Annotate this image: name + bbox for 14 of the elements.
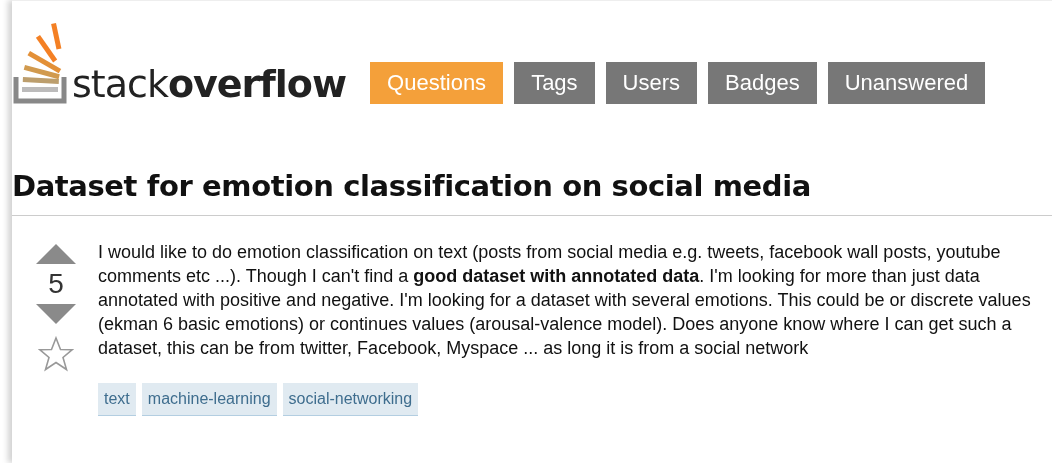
tag[interactable]: machine-learning [141,383,277,416]
nav-tab[interactable]: Unanswered [827,62,986,104]
upvote-icon[interactable] [36,244,76,264]
question-body: I would like to do emotion classification on text (posts from social media e.g. tweets, facebook wall posts, youtube comments etc ...). Though I can't find a good dataset with annotated data. I'm looking for more than just data annotated with positive and negative. I'm looking for a dataset with several emotions. This could be or discrete values (ekman 6 basic emotions) or continues values (arousal-valence model). Does anyone know where I can get such a dataset, this can be from twitter, Facebook, Myspace ... as long it is from a social network [98,241,1032,360]
nav-tab[interactable]: Tags [514,62,595,104]
vote-count: 5 [48,270,64,298]
question-title: Dataset for emotion classification on social media [12,169,1052,216]
tag[interactable]: text [98,383,136,416]
tag[interactable]: social-networking [282,383,419,416]
nav-tab[interactable]: Badges [708,62,817,104]
downvote-icon[interactable] [36,304,76,324]
nav-tab[interactable]: Users [605,62,698,104]
logo-wordmark[interactable]: stackoverflow [72,65,347,105]
star-icon[interactable] [38,336,74,372]
